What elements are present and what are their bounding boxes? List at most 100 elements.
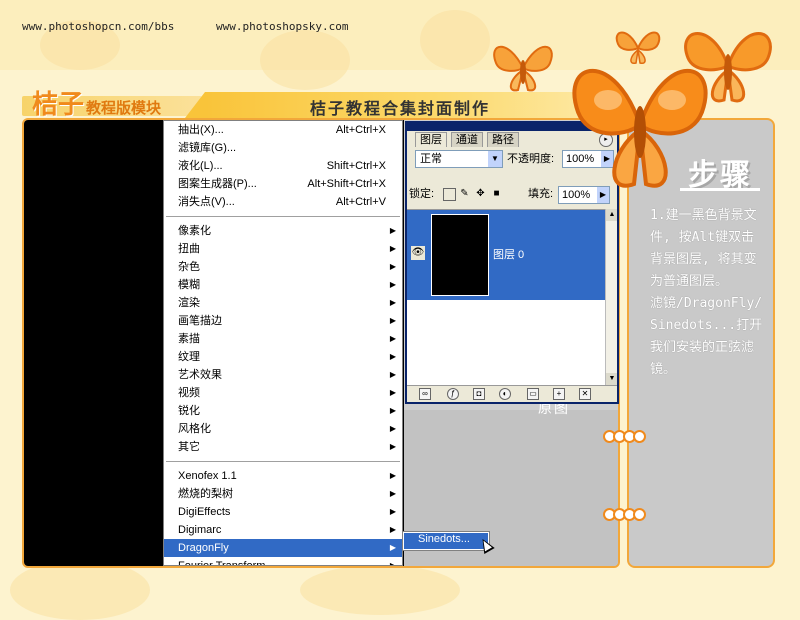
- submenu-arrow-icon: ▶: [389, 244, 396, 253]
- menu-item[interactable]: 滤镜库(G)...: [164, 139, 402, 157]
- menu-item[interactable]: 像素化 ▶: [164, 222, 402, 240]
- tab-channels[interactable]: 通道: [451, 132, 483, 147]
- menu-item-label: Fourier Transform: [178, 560, 266, 566]
- lock-brush-icon[interactable]: ✎: [459, 188, 470, 199]
- bg-swirl: [300, 565, 460, 615]
- submenu-item-sinedots[interactable]: Sinedots...: [404, 533, 488, 549]
- submenu-arrow-icon: ▶: [389, 543, 396, 552]
- layer-list-scrollbar[interactable]: ▲ ▼: [605, 209, 617, 385]
- menu-item-label: Xenofex 1.1: [178, 470, 237, 482]
- menu-item[interactable]: DigiEffects ▶: [164, 503, 402, 521]
- menu-separator: [166, 461, 400, 462]
- lock-all-icon[interactable]: ■: [491, 188, 502, 199]
- layer-list: 👁 图层 0: [407, 209, 605, 386]
- menu-item-label: 视频: [178, 387, 200, 399]
- submenu-arrow-icon: ▶: [389, 489, 396, 498]
- menu-item[interactable]: 锐化 ▶: [164, 402, 402, 420]
- bg-swirl: [420, 10, 490, 70]
- submenu-arrow-icon: ▶: [389, 442, 396, 451]
- menu-item[interactable]: Digimarc ▶: [164, 521, 402, 539]
- lock-transparency-icon[interactable]: [443, 188, 456, 201]
- tab-layers[interactable]: 图层: [415, 132, 447, 147]
- menu-item-label: 扭曲: [178, 243, 200, 255]
- submenu-arrow-icon: ▶: [389, 262, 396, 271]
- submenu-arrow-icon: ▶: [389, 352, 396, 361]
- menu-item-label: 艺术效果: [178, 369, 222, 381]
- menu-item-shortcut: Alt+Ctrl+X: [335, 124, 386, 136]
- steps-instructions: 1.建一黑色背景文件, 按Alt键双击背景图层, 将其变为普通图层。 滤镜/Dr…: [650, 208, 763, 377]
- link-icon[interactable]: ∞: [419, 388, 431, 400]
- menu-item[interactable]: 艺术效果 ▶: [164, 366, 402, 384]
- menu-item-label: 画笔描边: [178, 315, 222, 327]
- menu-item[interactable]: 燃烧的梨树 ▶: [164, 485, 402, 503]
- menu-item-label: 锐化: [178, 405, 200, 417]
- menu-item[interactable]: 杂色 ▶: [164, 258, 402, 276]
- submenu-arrow-icon: ▶: [389, 561, 396, 566]
- filter-menu: 抽出(X)... Alt+Ctrl+X 滤镜库(G)... 液化(L)... Shift…: [163, 120, 403, 566]
- menu-item[interactable]: 纹理 ▶: [164, 348, 402, 366]
- panel-bottom-toolbar: ∞ ƒ ◘ ◐ ▭ + ✕: [407, 385, 617, 402]
- brand-subtitle: 教程版模块: [86, 99, 162, 117]
- menu-item[interactable]: 抽出(X)... Alt+Ctrl+X: [164, 121, 402, 139]
- menu-item[interactable]: 图案生成器(P)... Alt+Shift+Ctrl+X: [164, 175, 402, 193]
- menu-item-shortcut: Alt+Shift+Ctrl+X: [307, 178, 386, 190]
- submenu-arrow-icon: ▶: [389, 316, 396, 325]
- chevron-down-icon: ▼: [488, 151, 502, 167]
- menu-item-label: 消失点(V)...: [178, 196, 235, 208]
- layer-style-icon[interactable]: ƒ: [447, 388, 459, 400]
- menu-item[interactable]: 模糊 ▶: [164, 276, 402, 294]
- menu-item-label: 杂色: [178, 261, 200, 273]
- binder-ring-icon: [633, 430, 646, 443]
- submenu-arrow-icon: ▶: [389, 298, 396, 307]
- url-right: www.photoshopsky.com: [216, 20, 349, 33]
- lock-move-icon[interactable]: ✥: [475, 188, 486, 199]
- menu-item[interactable]: 消失点(V)... Alt+Ctrl+V: [164, 193, 402, 211]
- tab-paths[interactable]: 路径: [487, 132, 519, 147]
- fill-label: 填充:: [528, 188, 554, 200]
- submenu-arrow-icon: ▶: [389, 507, 396, 516]
- layer-row[interactable]: 👁 图层 0: [407, 210, 605, 300]
- menu-item[interactable]: 液化(L)... Shift+Ctrl+X: [164, 157, 402, 175]
- submenu-arrow-icon: ▶: [389, 388, 396, 397]
- menu-item[interactable]: 素描 ▶: [164, 330, 402, 348]
- submenu-arrow-icon: ▶: [389, 280, 396, 289]
- lock-label: 锁定:: [409, 188, 435, 200]
- adjustment-layer-icon[interactable]: ◐: [499, 388, 511, 400]
- menu-item[interactable]: 视频 ▶: [164, 384, 402, 402]
- menu-separator: [166, 216, 400, 217]
- menu-item-label: 图案生成器(P)...: [178, 178, 257, 190]
- new-group-icon[interactable]: ▭: [527, 388, 539, 400]
- butterfly-icon: [572, 68, 708, 188]
- bg-swirl: [10, 560, 150, 620]
- menu-item[interactable]: Xenofex 1.1 ▶: [164, 467, 402, 485]
- menu-item-label: 抽出(X)...: [178, 124, 224, 136]
- binder-ring-icon: [633, 508, 646, 521]
- menu-item-label: 素描: [178, 333, 200, 345]
- trash-icon[interactable]: ✕: [579, 388, 591, 400]
- butterfly-icon: [493, 45, 553, 92]
- new-layer-icon[interactable]: +: [553, 388, 565, 400]
- scroll-up-icon[interactable]: ▲: [606, 209, 617, 221]
- submenu-arrow-icon: ▶: [389, 406, 396, 415]
- menu-item[interactable]: 其它 ▶: [164, 438, 402, 456]
- menu-item[interactable]: 渲染 ▶: [164, 294, 402, 312]
- url-left: www.photoshopcn.com/bbs: [22, 20, 175, 33]
- menu-item[interactable]: Fourier Transform ▶: [164, 557, 402, 566]
- menu-item[interactable]: 画笔描边 ▶: [164, 312, 402, 330]
- menu-item[interactable]: 风格化 ▶: [164, 420, 402, 438]
- submenu-arrow-icon: ▶: [389, 471, 396, 480]
- scroll-down-icon[interactable]: ▼: [606, 373, 617, 385]
- menu-item[interactable]: 扭曲 ▶: [164, 240, 402, 258]
- bg-swirl: [260, 30, 350, 90]
- page-title: 桔子教程合集封面制作: [310, 99, 491, 118]
- submenu-arrow-icon: ▶: [389, 334, 396, 343]
- menu-item[interactable]: DragonFly ▶: [164, 539, 402, 557]
- menu-item-label: 模糊: [178, 279, 200, 291]
- submenu-arrow-icon: ▶: [389, 525, 396, 534]
- mask-icon[interactable]: ◘: [473, 388, 485, 400]
- submenu-arrow-icon: ▶: [389, 424, 396, 433]
- submenu-arrow-icon: ▶: [389, 226, 396, 235]
- eye-icon[interactable]: 👁: [411, 246, 425, 260]
- menu-item-label: DragonFly: [178, 542, 229, 554]
- blend-mode-select[interactable]: 正常 ▼: [415, 150, 503, 168]
